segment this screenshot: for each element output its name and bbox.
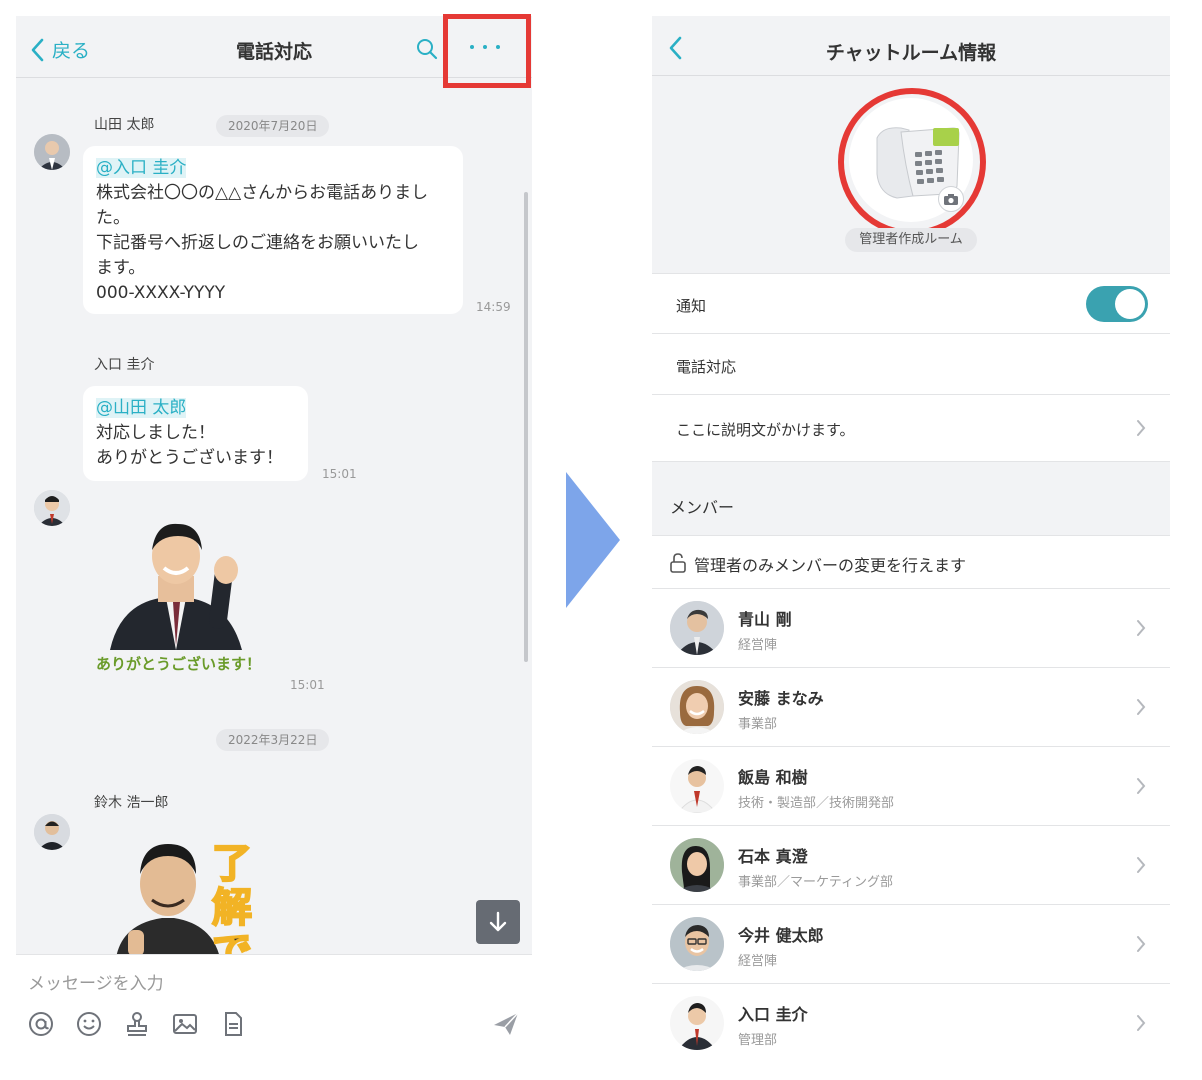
room-description: ここに説明文がかけます。 [676, 421, 855, 439]
message-bubble: @入口 圭介 株式会社〇〇の△△さんからお電話ありまし た。 下記番号へ折返しの… [83, 146, 463, 314]
message-bubble: @山田 太郎 対応しました！ ありがとうございます！ [83, 386, 308, 481]
chevron-right-icon [1137, 620, 1146, 636]
member-name: 石本 真澄 [738, 847, 808, 866]
member-row[interactable]: 入口 圭介 管理部 [652, 984, 1170, 1064]
avatar [670, 838, 724, 892]
scrollbar[interactable] [524, 192, 528, 662]
image-icon[interactable] [172, 1011, 198, 1037]
chevron-right-icon [1137, 778, 1146, 794]
member-name: 安藤 まなみ [738, 689, 824, 708]
date-separator: 2022年3月22日 [216, 729, 330, 751]
member-row[interactable]: 安藤 まなみ 事業部 [652, 668, 1170, 747]
avatar [670, 917, 724, 971]
date-separator: 2020年7月20日 [216, 115, 330, 137]
member-row[interactable]: 今井 健太郎 経営陣 [652, 905, 1170, 984]
member-dept: 事業部 [738, 717, 778, 732]
search-icon[interactable] [416, 38, 438, 60]
member-dept: 経営陣 [738, 638, 778, 653]
mention-link[interactable]: @山田 太郎 [96, 398, 187, 418]
member-name: 今井 健太郎 [738, 926, 824, 945]
message-line: 株式会社〇〇の△△さんからお電話ありまし [96, 183, 429, 203]
message-time: 14:59 [476, 300, 511, 314]
chevron-right-icon [1137, 857, 1146, 873]
scroll-down-button[interactable] [476, 900, 520, 944]
file-icon[interactable] [220, 1011, 246, 1037]
room-hero: 管理者作成ルーム [652, 76, 1170, 274]
message-composer: メッセージを入力 [16, 954, 532, 1064]
room-icon-highlight [838, 88, 986, 236]
arrow-down-icon [489, 911, 507, 932]
message-line: た。 [96, 208, 130, 228]
chevron-right-icon [1137, 1015, 1146, 1031]
sticker-caption: ありがとうございます！ [96, 655, 262, 673]
sticker-image[interactable] [112, 838, 222, 958]
member-row[interactable]: 青山 剛 経営陣 [652, 589, 1170, 668]
message-line: ありがとうございます！ [96, 448, 283, 468]
avatar-iriguchi[interactable] [34, 490, 70, 526]
message-line: ます。 [96, 258, 146, 278]
emoji-icon[interactable] [76, 1011, 102, 1037]
avatar-yamada[interactable] [34, 134, 70, 170]
member-dept: 経営陣 [738, 954, 778, 969]
admin-notice-row: 管理者のみメンバーの変更を行えます [652, 536, 1170, 589]
more-button-highlight [443, 14, 531, 88]
avatar [670, 680, 724, 734]
room-name: 電話対応 [676, 358, 737, 376]
chat-screen: 戻る 電話対応 山田 太郎 2020年7月20日 @入口 圭介 株式会社〇〇の△… [16, 16, 532, 1064]
member-dept: 事業部／マーケティング部 [738, 875, 893, 890]
member-row[interactable]: 石本 真澄 事業部／マーケティング部 [652, 826, 1170, 905]
transition-arrow-icon [566, 472, 620, 608]
chevron-right-icon [1137, 699, 1146, 715]
member-dept: 管理部 [738, 1033, 778, 1048]
member-dept: 技術・製造部／技術開発部 [738, 796, 895, 811]
member-row[interactable]: 飯島 和樹 技術・製造部／技術開発部 [652, 747, 1170, 826]
send-icon[interactable] [492, 1011, 520, 1037]
lock-icon [670, 553, 686, 573]
room-type-badge: 管理者作成ルーム [652, 228, 1170, 252]
members-header: メンバー [670, 498, 735, 517]
stamp-icon[interactable] [124, 1011, 150, 1037]
member-name: 入口 圭介 [738, 1005, 808, 1024]
sender-name: 入口 圭介 [94, 357, 155, 373]
notification-row: 通知 [652, 274, 1170, 334]
avatar [670, 996, 724, 1050]
member-name: 青山 剛 [738, 610, 792, 629]
chevron-right-icon [1137, 936, 1146, 952]
at-icon[interactable] [28, 1011, 54, 1037]
notification-toggle[interactable] [1086, 286, 1148, 322]
room-info-header: チャットルーム情報 [652, 16, 1170, 76]
room-name-row[interactable]: 電話対応 [652, 334, 1170, 395]
mention-link[interactable]: @入口 圭介 [96, 158, 187, 178]
sender-name: 山田 太郎 [94, 117, 155, 133]
message-line: 下記番号へ折返しのご連絡をお願いいたし [96, 233, 419, 253]
notification-label: 通知 [676, 297, 707, 315]
message-time: 15:01 [322, 467, 357, 481]
members-section-header: メンバー [652, 462, 1170, 536]
description-row[interactable]: ここに説明文がかけます。 [652, 395, 1170, 462]
member-name: 飯島 和樹 [738, 768, 808, 787]
chevron-right-icon [1137, 420, 1146, 436]
message-line: 000-XXXX-YYYY [96, 283, 226, 303]
message-time: 15:01 [290, 678, 325, 692]
room-info-screen: チャットルーム情報 管理者作成ルーム 通知 電話対応 ここに説明文がかけます。 … [652, 16, 1170, 1064]
room-info-title: チャットルーム情報 [825, 42, 997, 64]
avatar [670, 601, 724, 655]
sender-name: 鈴木 浩一郎 [94, 795, 169, 811]
admin-notice: 管理者のみメンバーの変更を行えます [694, 556, 967, 575]
message-line: 対応しました！ [96, 423, 215, 443]
avatar [670, 759, 724, 813]
avatar-suzuki[interactable] [34, 814, 70, 850]
sticker-image[interactable] [100, 510, 250, 650]
message-input[interactable]: メッセージを入力 [28, 969, 164, 994]
